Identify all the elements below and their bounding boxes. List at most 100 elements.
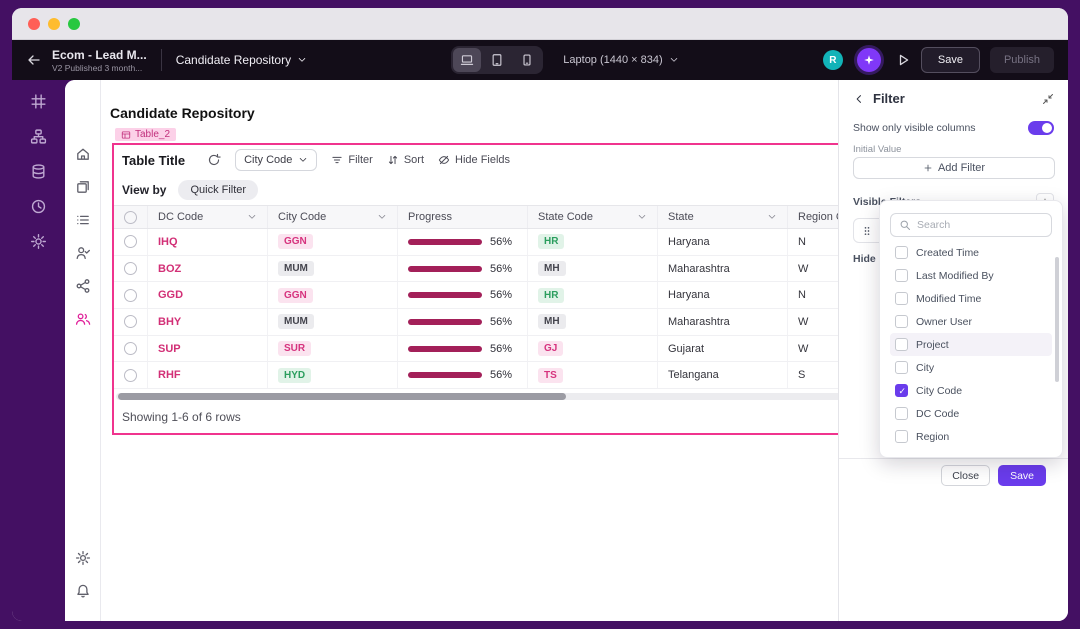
- row-radio[interactable]: [124, 262, 137, 275]
- dropdown-option[interactable]: City Code: [890, 379, 1052, 402]
- checkbox[interactable]: [895, 315, 908, 328]
- page-dropdown-label: Candidate Repository: [176, 53, 291, 67]
- checkbox[interactable]: [895, 338, 908, 351]
- checkbox[interactable]: [895, 384, 908, 397]
- dropdown-option[interactable]: Created Time: [890, 241, 1052, 264]
- device-option[interactable]: [453, 48, 481, 72]
- column-header[interactable]: City Code: [268, 206, 398, 228]
- ai-assistant-button[interactable]: [857, 48, 881, 72]
- widget-name-tag[interactable]: Table_2: [115, 128, 176, 141]
- avatar[interactable]: R: [823, 50, 843, 70]
- table-row[interactable]: BOZ MUM 56% MH Maharashtra W: [114, 256, 838, 283]
- close-button[interactable]: Close: [941, 465, 990, 486]
- save-button[interactable]: Save: [921, 47, 980, 73]
- user-check-icon[interactable]: [75, 245, 91, 261]
- table-widget[interactable]: Table Title City Code Filter Sort Hide F…: [112, 143, 838, 435]
- table-row[interactable]: BHY MUM 56% MH Maharashtra W: [114, 309, 838, 336]
- app-info[interactable]: Ecom - Lead M... V2 Published 3 month...: [52, 48, 147, 73]
- chevron-down-icon[interactable]: [247, 212, 257, 222]
- dc-code-cell: BHY: [148, 309, 268, 335]
- chevron-down-icon[interactable]: [767, 212, 777, 222]
- share-icon[interactable]: [75, 278, 91, 294]
- table-row[interactable]: RHF HYD 56% TS Telangana S: [114, 362, 838, 389]
- users-icon[interactable]: [75, 311, 91, 327]
- select-all-radio[interactable]: [124, 211, 137, 224]
- close-button[interactable]: [28, 18, 40, 30]
- horizontal-scrollbar[interactable]: [116, 393, 838, 400]
- checkbox[interactable]: [895, 430, 908, 443]
- dropdown-option[interactable]: DC Code: [890, 402, 1052, 425]
- row-radio[interactable]: [124, 289, 137, 302]
- checkbox[interactable]: [895, 246, 908, 259]
- home-icon[interactable]: [75, 146, 91, 162]
- table-row[interactable]: SUP SUR 56% GJ Gujarat W: [114, 336, 838, 363]
- page-dropdown[interactable]: Candidate Repository: [176, 53, 307, 67]
- chevron-down-icon[interactable]: [637, 212, 647, 222]
- state-code-badge: HR: [538, 288, 564, 303]
- checkbox[interactable]: [895, 361, 908, 374]
- row-radio[interactable]: [124, 235, 137, 248]
- column-header[interactable]: State: [658, 206, 788, 228]
- quick-filter-chip[interactable]: Quick Filter: [178, 180, 258, 200]
- dropdown-option[interactable]: Owner User: [890, 310, 1052, 333]
- canvas-icon[interactable]: [30, 93, 47, 110]
- list-icon[interactable]: [75, 212, 91, 228]
- history-icon[interactable]: [30, 198, 47, 215]
- table-row[interactable]: IHQ GGN 56% HR Haryana N: [114, 229, 838, 256]
- checkbox[interactable]: [895, 292, 908, 305]
- panel-save-button[interactable]: Save: [998, 465, 1046, 486]
- dropdown-option[interactable]: City: [890, 356, 1052, 379]
- play-icon[interactable]: [895, 52, 911, 68]
- checkbox[interactable]: [895, 269, 908, 282]
- collapse-panel-icon[interactable]: [1042, 93, 1054, 105]
- refresh-icon[interactable]: [207, 153, 221, 167]
- column-header[interactable]: DC Code: [148, 206, 268, 228]
- state-code-badge: TS: [538, 368, 563, 383]
- panel-title: Filter: [873, 91, 905, 106]
- row-radio[interactable]: [124, 369, 137, 382]
- row-radio[interactable]: [124, 342, 137, 355]
- search-box[interactable]: [890, 213, 1052, 237]
- table-row[interactable]: GGD GGN 56% HR Haryana N: [114, 282, 838, 309]
- minimize-button[interactable]: [48, 18, 60, 30]
- column-header[interactable]: Progress: [398, 206, 528, 228]
- sort-button[interactable]: Sort: [387, 154, 424, 166]
- search-input[interactable]: [917, 219, 1043, 231]
- settings-icon[interactable]: [30, 233, 47, 250]
- datasource-icon[interactable]: [30, 163, 47, 180]
- filter-button[interactable]: Filter: [331, 154, 372, 166]
- back-icon[interactable]: [26, 52, 42, 68]
- workflow-icon[interactable]: [30, 128, 47, 145]
- settings-icon[interactable]: [75, 550, 91, 566]
- bell-icon[interactable]: [75, 583, 91, 599]
- publish-button[interactable]: Publish: [990, 47, 1054, 73]
- dropdown-option[interactable]: Last Modified By: [890, 264, 1052, 287]
- column-header[interactable]: Region Co: [788, 206, 838, 228]
- dropdown-option[interactable]: Project: [890, 333, 1052, 356]
- dropdown-option[interactable]: Region: [890, 425, 1052, 448]
- options-list: Created Time Last Modified By: [890, 241, 1052, 448]
- device-option[interactable]: [513, 48, 541, 72]
- row-radio[interactable]: [124, 315, 137, 328]
- zoom-button[interactable]: [68, 18, 80, 30]
- device-dropdown[interactable]: Laptop (1440 × 834): [563, 54, 678, 66]
- city-code-badge: GGN: [278, 234, 313, 249]
- dropdown-scrollbar[interactable]: [1055, 257, 1059, 382]
- checkbox[interactable]: [895, 407, 908, 420]
- column-header-label: Progress: [408, 211, 452, 223]
- device-option[interactable]: [483, 48, 511, 72]
- editor-canvas[interactable]: Candidate Repository Table_2 Table Title…: [101, 80, 838, 621]
- drag-icon[interactable]: [861, 225, 873, 237]
- option-label: Region: [916, 431, 949, 443]
- dropdown-option[interactable]: Modified Time: [890, 287, 1052, 310]
- column-header[interactable]: State Code: [528, 206, 658, 228]
- editor-content: Candidate Repository Table_2 Table Title…: [65, 80, 1068, 621]
- chevron-down-icon[interactable]: [377, 212, 387, 222]
- visible-columns-toggle[interactable]: [1028, 121, 1054, 135]
- column-select[interactable]: City Code: [235, 149, 317, 171]
- chevron-left-icon[interactable]: [853, 93, 865, 105]
- scrollbar-thumb[interactable]: [118, 393, 566, 400]
- hide-fields-button[interactable]: Hide Fields: [438, 154, 510, 166]
- pages-icon[interactable]: [75, 179, 91, 195]
- add-filter-button[interactable]: Add Filter: [853, 157, 1055, 179]
